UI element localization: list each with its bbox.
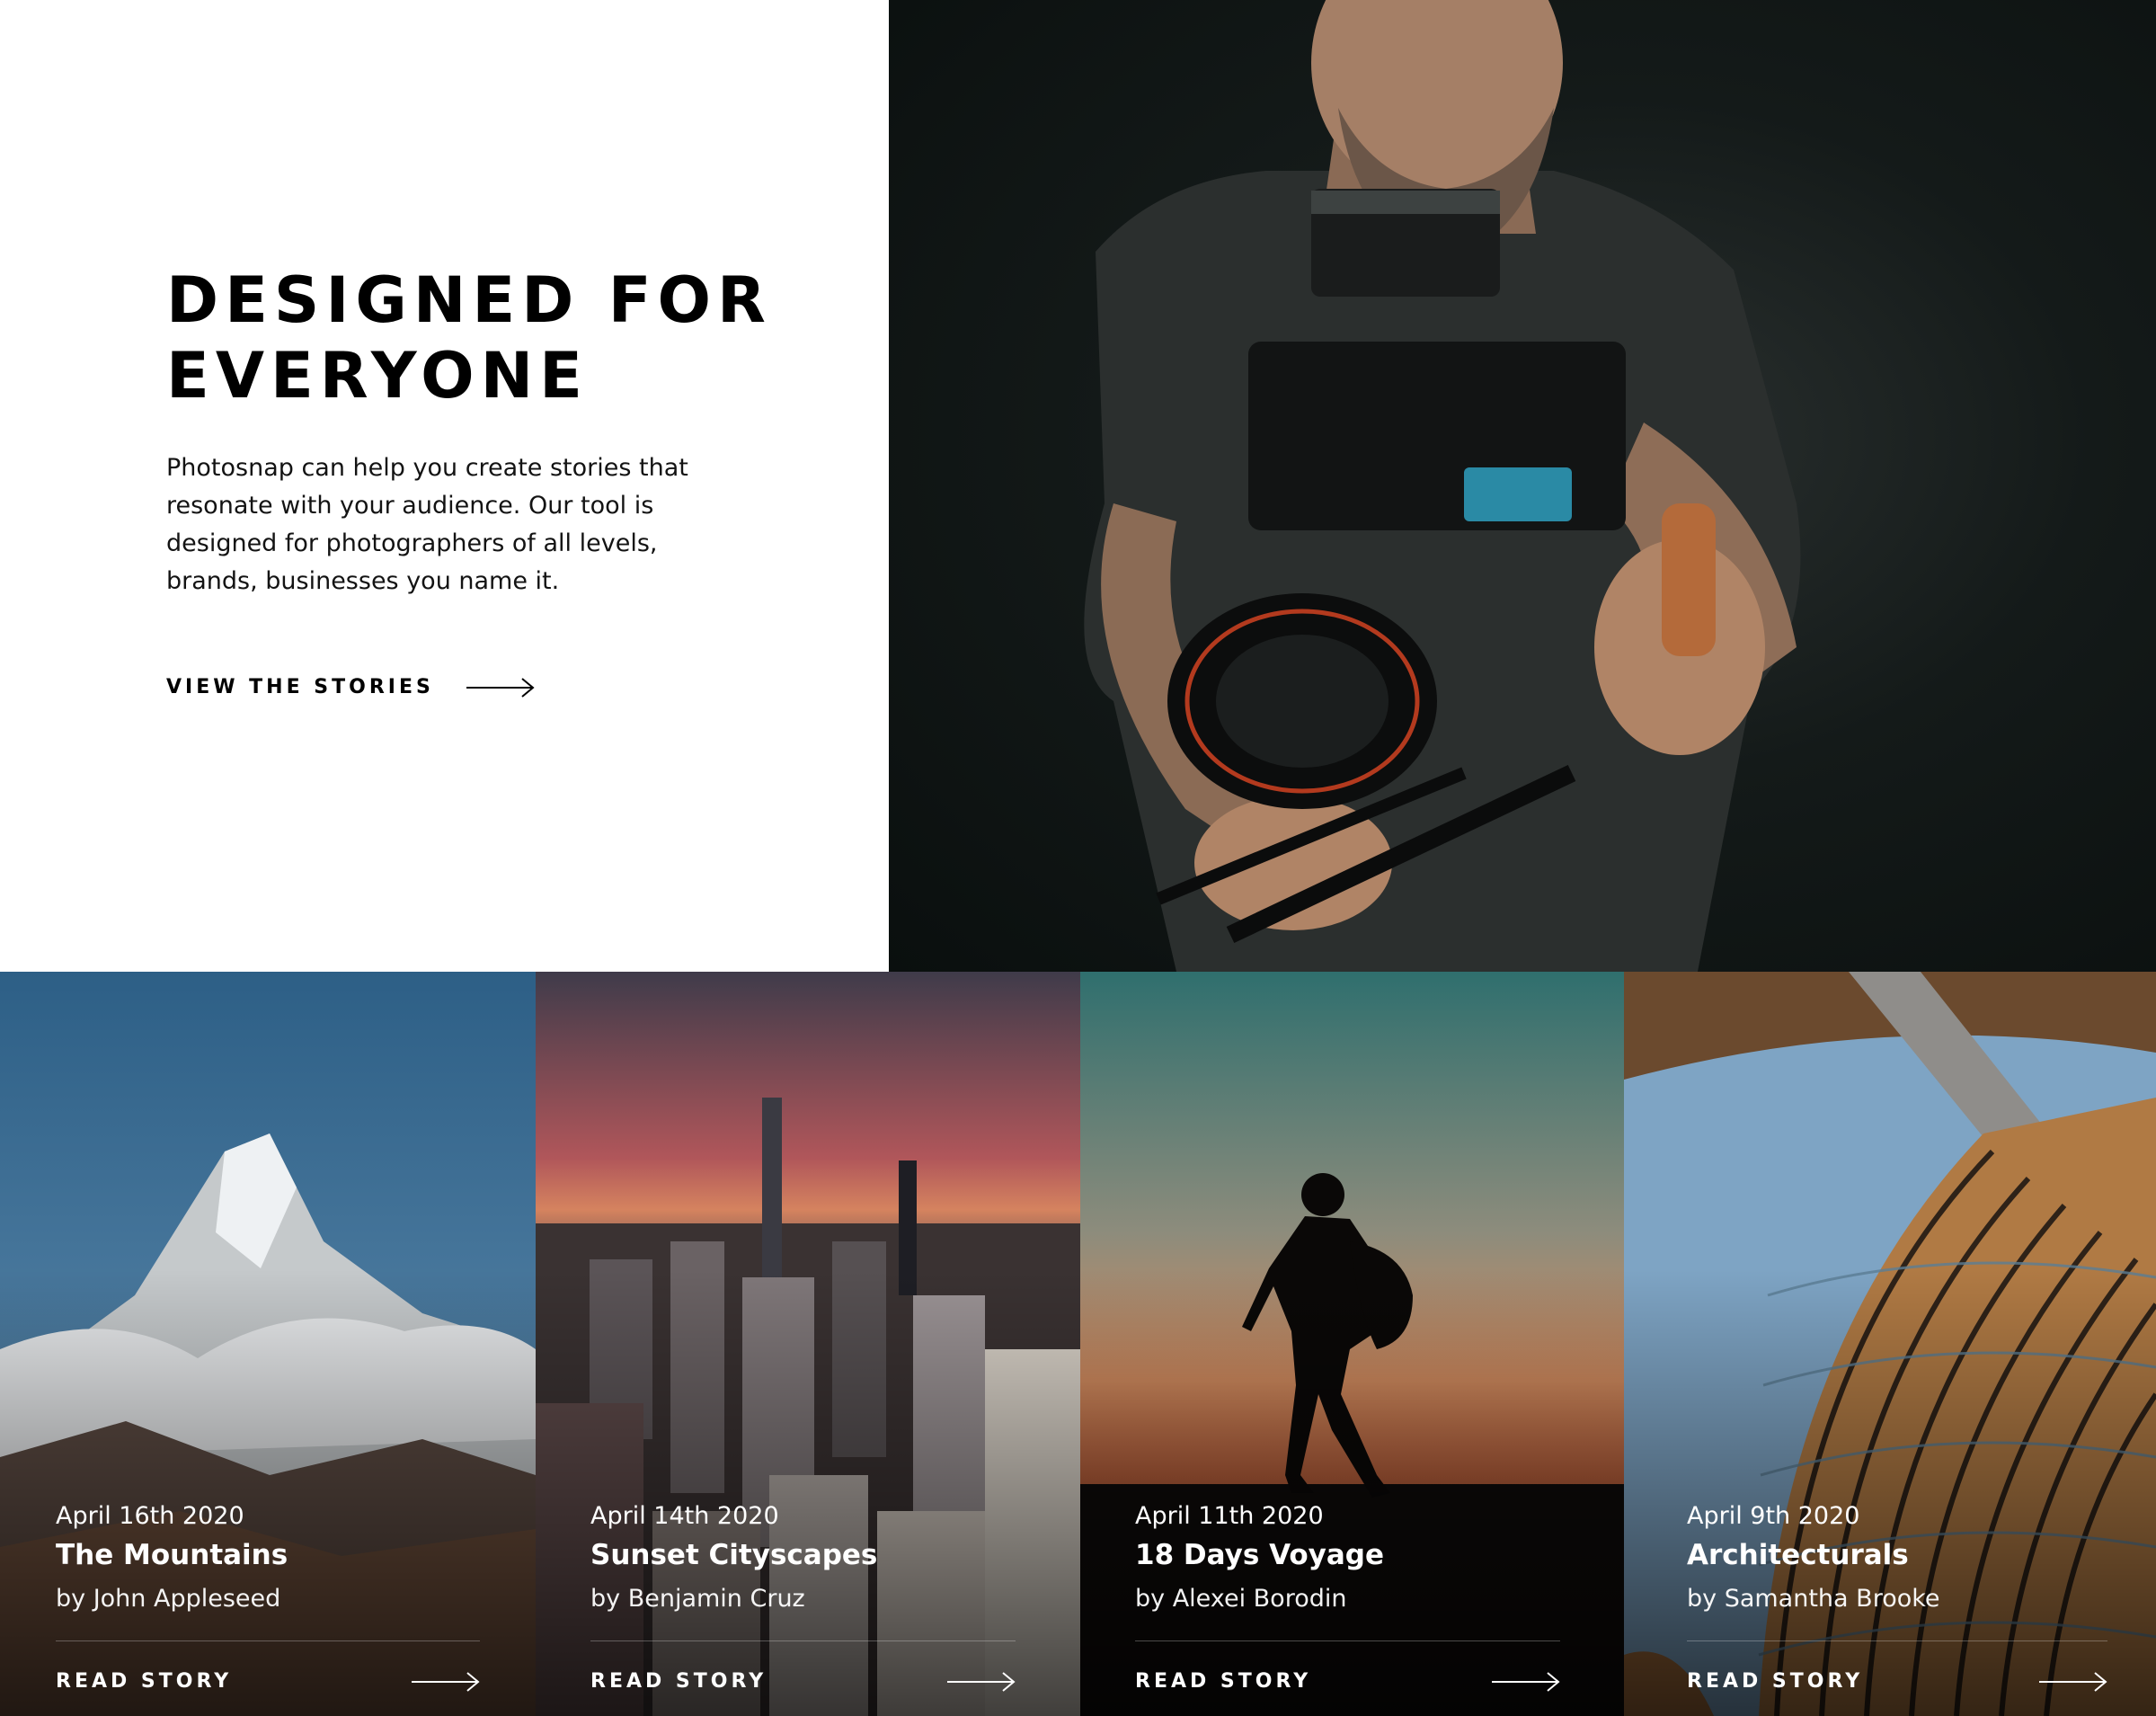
hero-section: DESIGNED FOR EVERYONE Photosnap can help…	[0, 0, 2156, 972]
story-title: Architecturals	[1687, 1539, 1909, 1571]
story-date: April 11th 2020	[1135, 1502, 1324, 1530]
story-title: Sunset Cityscapes	[590, 1539, 878, 1571]
story-author: by Samantha Brooke	[1687, 1585, 1940, 1613]
story-divider	[1135, 1640, 1560, 1641]
story-info: April 14th 2020 Sunset Cityscapes by Ben…	[590, 1500, 1016, 1693]
story-author: by Benjamin Cruz	[590, 1585, 805, 1613]
story-divider	[590, 1640, 1016, 1641]
story-info: April 16th 2020 The Mountains by John Ap…	[56, 1500, 480, 1693]
videographer-photo	[889, 0, 2156, 972]
arrow-right-icon	[2039, 1671, 2107, 1692]
story-divider	[1687, 1640, 2107, 1641]
read-story-link[interactable]: READ STORY	[1135, 1670, 1560, 1693]
read-story-link[interactable]: READ STORY	[56, 1670, 480, 1693]
view-stories-link[interactable]: VIEW THE STORIES	[166, 676, 535, 698]
view-stories-label: VIEW THE STORIES	[166, 676, 434, 698]
read-story-label: READ STORY	[56, 1670, 233, 1693]
hero-description: Photosnap can help you create stories th…	[166, 454, 688, 595]
arrow-right-icon	[466, 677, 535, 698]
read-story-link[interactable]: READ STORY	[590, 1670, 1016, 1693]
story-card[interactable]: April 9th 2020 Architecturals by Samanth…	[1624, 972, 2156, 1716]
read-story-label: READ STORY	[1687, 1670, 1864, 1693]
story-info: April 9th 2020 Architecturals by Samanth…	[1687, 1500, 2107, 1693]
story-date: April 14th 2020	[590, 1502, 779, 1530]
hero-text-panel: DESIGNED FOR EVERYONE Photosnap can help…	[0, 0, 889, 972]
story-author: by John Appleseed	[56, 1585, 281, 1613]
story-card[interactable]: April 11th 2020 18 Days Voyage by Alexei…	[1080, 972, 1624, 1716]
stories-grid: April 16th 2020 The Mountains by John Ap…	[0, 972, 2156, 1716]
arrow-right-icon	[1492, 1671, 1560, 1692]
story-author: by Alexei Borodin	[1135, 1585, 1347, 1613]
story-title: The Mountains	[56, 1539, 288, 1571]
hero-title-line-1: DESIGNED FOR	[166, 263, 772, 337]
story-card[interactable]: April 16th 2020 The Mountains by John Ap…	[0, 972, 536, 1716]
arrow-right-icon	[947, 1671, 1016, 1692]
story-date: April 9th 2020	[1687, 1502, 1860, 1530]
hero-title-line-2: EVERYONE	[166, 339, 589, 413]
arrow-right-icon	[412, 1671, 480, 1692]
story-card[interactable]: April 14th 2020 Sunset Cityscapes by Ben…	[536, 972, 1080, 1716]
read-story-link[interactable]: READ STORY	[1687, 1670, 2107, 1693]
story-title: 18 Days Voyage	[1135, 1539, 1385, 1571]
story-info: April 11th 2020 18 Days Voyage by Alexei…	[1135, 1500, 1560, 1693]
read-story-label: READ STORY	[1135, 1670, 1312, 1693]
story-date: April 16th 2020	[56, 1502, 244, 1530]
story-divider	[56, 1640, 480, 1641]
read-story-label: READ STORY	[590, 1670, 767, 1693]
hero-title: DESIGNED FOR EVERYONE	[166, 262, 772, 413]
